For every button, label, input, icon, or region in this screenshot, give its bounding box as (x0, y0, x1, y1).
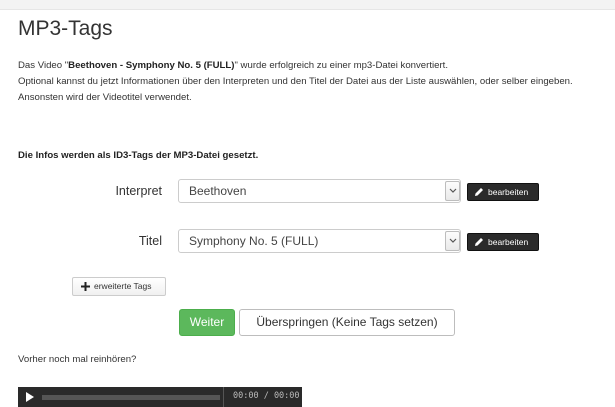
play-icon[interactable] (26, 392, 34, 402)
intro-line-3: Ansonsten wird der Videotitel verwendet. (18, 92, 192, 103)
titel-dropdown-toggle[interactable] (445, 231, 460, 251)
intro-line-2: Optional kannst du jetzt Informationen ü… (18, 76, 573, 87)
intro-text: Das Video "Beethoven - Symphony No. 5 (F… (18, 58, 603, 106)
player-divider (223, 387, 224, 407)
interpret-edit-button[interactable]: bearbeiten (467, 183, 539, 201)
interpret-dropdown-toggle[interactable] (445, 181, 460, 201)
time-display: 00:00 / 00:00 (233, 391, 300, 401)
interpret-select[interactable]: Beethoven (178, 179, 461, 203)
skip-button[interactable]: Überspringen (Keine Tags setzen) (239, 309, 455, 336)
titel-select[interactable]: Symphony No. 5 (FULL) (178, 229, 461, 253)
titel-label: Titel (138, 234, 162, 248)
chevron-down-icon (449, 188, 457, 193)
next-button[interactable]: Weiter (179, 309, 235, 336)
progress-track[interactable] (42, 395, 220, 400)
page-title: MP3-Tags (18, 17, 113, 40)
video-title: Beethoven - Symphony No. 5 (FULL) (68, 60, 235, 71)
plus-icon (81, 282, 90, 291)
intro-line-1: Das Video "Beethoven - Symphony No. 5 (F… (18, 60, 448, 71)
audio-player: 00:00 / 00:00 (18, 387, 302, 407)
pencil-icon (475, 238, 483, 246)
top-bar (0, 0, 615, 10)
advanced-tags-button[interactable]: erweiterte Tags (72, 277, 166, 296)
prelisten-label: Vorher noch mal reinhören? (18, 354, 137, 365)
id3-notice: Die Infos werden als ID3-Tags der MP3-Da… (18, 150, 259, 161)
chevron-down-icon (449, 238, 457, 243)
pencil-icon (475, 188, 483, 196)
titel-edit-button[interactable]: bearbeiten (467, 233, 539, 251)
interpret-label: Interpret (115, 184, 162, 198)
